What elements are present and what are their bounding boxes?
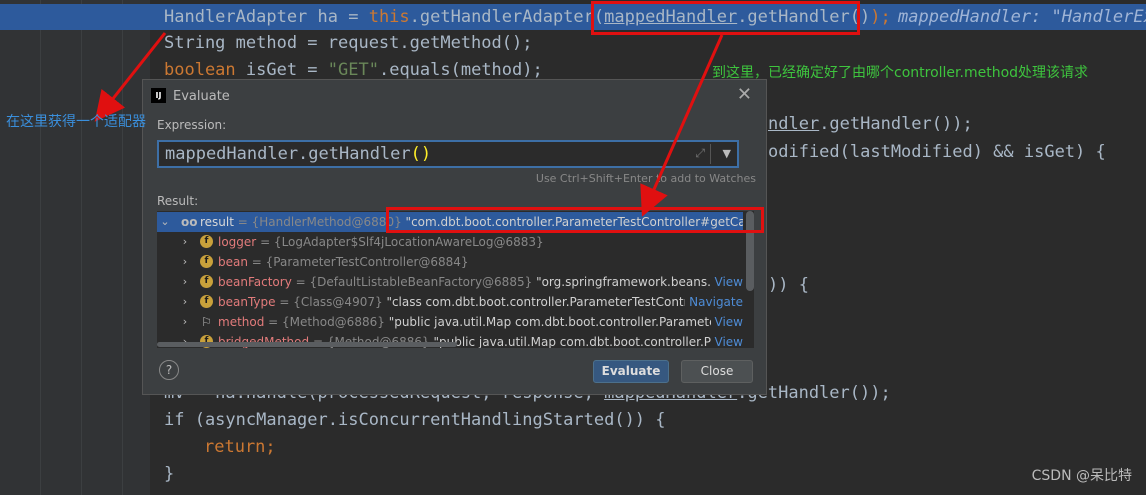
annotation-adapter-note: 在这里获得一个适配器 (6, 114, 146, 130)
arrow-to-adapter-note (94, 32, 167, 122)
arrow-to-result (640, 34, 724, 217)
annotation-controller-note: 到这里，已经确定好了由哪个controller.method处理该请求 (712, 65, 1089, 81)
watermark: CSDN @呆比特 (1031, 468, 1132, 484)
